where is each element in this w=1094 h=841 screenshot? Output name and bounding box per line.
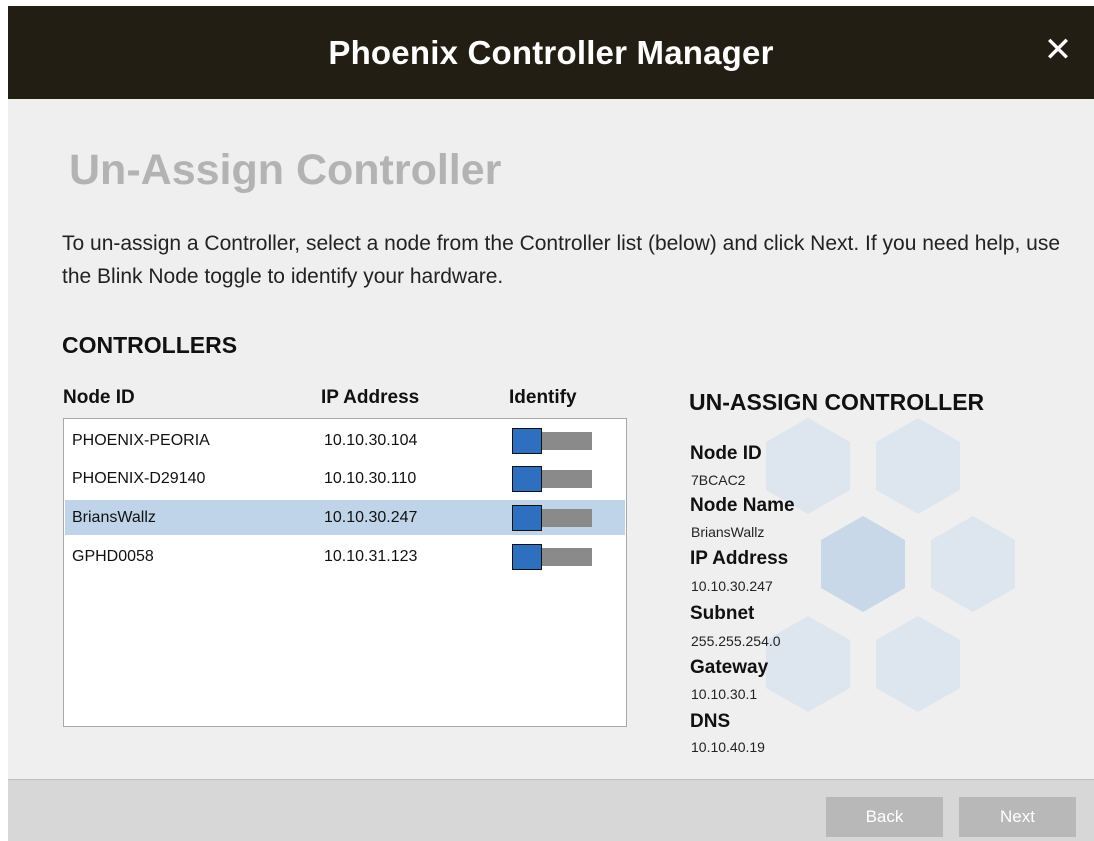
app-window: Phoenix Controller Manager ✕ Un-Assign C… — [8, 6, 1094, 841]
row-ip-address: 10.10.30.104 — [324, 432, 418, 449]
controllers-section-title: CONTROLLERS — [62, 332, 238, 358]
detail-value: 10.10.30.247 — [691, 578, 773, 594]
intro-text: To un-assign a Controller, select a node… — [62, 232, 1061, 288]
hexagon-pattern-icon — [766, 418, 1015, 712]
controller-row[interactable]: PHOENIX-D29140 10.10.30.110 — [65, 461, 625, 496]
blink-node-toggle[interactable] — [512, 505, 592, 531]
detail-value: 7BCAC2 — [691, 472, 746, 488]
detail-label: DNS — [690, 711, 731, 732]
toggle-knob — [512, 428, 542, 454]
controller-list[interactable]: PHOENIX-PEORIA 10.10.30.104 PHOENIX-D291… — [63, 418, 627, 727]
back-button[interactable]: Back — [826, 797, 943, 837]
controller-row[interactable]: GPHD0058 10.10.31.123 — [65, 539, 625, 574]
detail-label: Subnet — [690, 603, 755, 624]
detail-value: 10.10.40.19 — [691, 739, 765, 755]
blink-node-toggle[interactable] — [512, 428, 592, 454]
detail-value: 10.10.30.1 — [691, 686, 758, 702]
detail-value: BriansWallz — [691, 524, 765, 540]
column-header-node-id: Node ID — [63, 387, 135, 408]
next-button[interactable]: Next — [959, 797, 1076, 837]
column-header-ip-address: IP Address — [321, 387, 420, 408]
row-node-id: PHOENIX-D29140 — [72, 470, 206, 487]
row-node-id: BriansWallz — [72, 509, 156, 526]
row-node-id: GPHD0058 — [72, 548, 154, 565]
blink-node-toggle[interactable] — [512, 466, 592, 492]
toggle-knob — [512, 544, 542, 570]
details-panel-title: UN-ASSIGN CONTROLLER — [689, 389, 985, 415]
toggle-knob — [512, 505, 542, 531]
detail-label: IP Address — [690, 548, 789, 569]
detail-value: 255.255.254.0 — [691, 633, 781, 649]
column-header-identify: Identify — [509, 387, 577, 408]
title-bar: Phoenix Controller Manager ✕ — [8, 6, 1094, 99]
window-title: Phoenix Controller Manager — [328, 34, 774, 71]
row-ip-address: 10.10.31.123 — [324, 548, 418, 565]
row-ip-address: 10.10.30.247 — [324, 509, 418, 526]
controller-row-selected[interactable]: BriansWallz 10.10.30.247 — [65, 500, 625, 535]
row-node-id: PHOENIX-PEORIA — [72, 432, 210, 449]
close-icon[interactable]: ✕ — [1040, 32, 1076, 68]
detail-label: Node ID — [690, 443, 762, 464]
toggle-knob — [512, 466, 542, 492]
row-ip-address: 10.10.30.110 — [324, 470, 417, 487]
detail-label: Node Name — [690, 495, 795, 516]
blink-node-toggle[interactable] — [512, 544, 592, 570]
footer-bar: Back Next — [8, 779, 1094, 841]
detail-label: Gateway — [690, 657, 769, 678]
page-title: Un-Assign Controller — [69, 146, 502, 194]
controller-row[interactable]: PHOENIX-PEORIA 10.10.30.104 — [65, 423, 625, 458]
